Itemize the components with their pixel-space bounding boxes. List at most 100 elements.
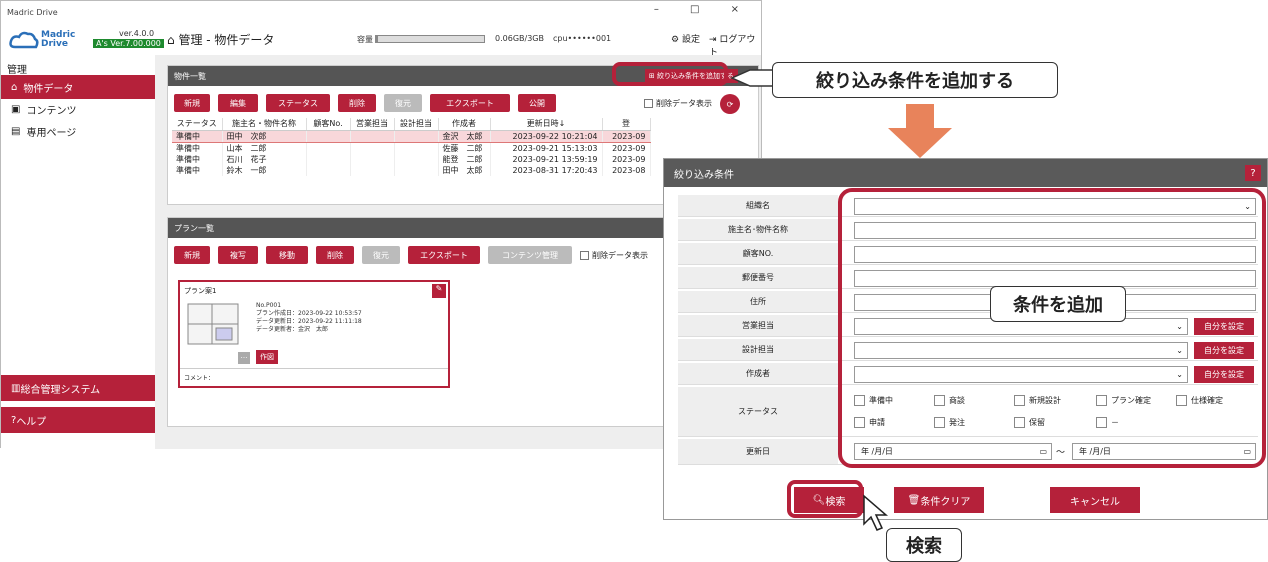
field-label: ステータス (678, 387, 838, 436)
plan-new-button[interactable]: 新規 (174, 246, 210, 264)
plan-delete-button[interactable]: 削除 (316, 246, 354, 264)
sidebar-header: 管理 (7, 65, 27, 76)
table-cell: 能登 二郎 (438, 153, 491, 165)
callout-add-filter: 絞り込み条件を追加する (772, 62, 1058, 98)
content-manage-button[interactable]: コンテンツ管理 (488, 246, 572, 264)
table-cell: 2023-08-31 17:20:43 (490, 164, 603, 176)
column-header[interactable]: 施主名・物件名称 (222, 118, 307, 131)
table-cell (394, 164, 439, 176)
edit-button[interactable]: 編集 (218, 94, 258, 112)
capacity-fill (376, 36, 379, 42)
table-cell (394, 153, 439, 165)
table-row[interactable]: 準備中 鈴木 一郎 田中 太郎 2023-08-31 17:20:43 2023-08 (172, 164, 651, 176)
table-cell: 佐藤 二郎 (438, 142, 491, 154)
sidebar-item-label: コンテンツ (26, 105, 77, 117)
home-icon: ⌂ (167, 33, 179, 47)
field-label: 組織名 (678, 195, 838, 216)
new-button[interactable]: 新規 (174, 94, 210, 112)
help-button[interactable]: ? (1245, 165, 1261, 181)
table-row[interactable]: 準備中 田中 次郎 金沢 太郎 2023-09-22 10:21:04 2023-09 (172, 129, 651, 143)
plan-export-button[interactable]: エクスポート (408, 246, 480, 264)
table-row[interactable]: 準備中 石川 花子 能登 二郎 2023-09-21 13:59:19 2023-09 (172, 153, 651, 165)
column-header[interactable]: 作成者 (438, 118, 491, 131)
table-cell: 鈴木 一郎 (222, 164, 307, 176)
delete-button[interactable]: 削除 (338, 94, 376, 112)
breadcrumb-text: 管理 - 物件データ (178, 33, 275, 47)
table-cell (350, 142, 395, 154)
table-cell (350, 153, 395, 165)
table-row[interactable]: 準備中 山本 二郎 佐藤 二郎 2023-09-21 15:13:03 2023-09 (172, 142, 651, 154)
clear-button[interactable]: 🗑︎ 条件クリア (894, 487, 984, 513)
settings-button[interactable]: ⚙ 設定 (671, 32, 700, 45)
checkbox-box[interactable] (580, 251, 589, 260)
title-bar: Madric Drive – □ × (1, 1, 761, 23)
table-cell: 2023-09 (602, 153, 651, 165)
table-cell (306, 164, 351, 176)
sidebar-item-property-data[interactable]: ⌂ 物件データ (1, 75, 155, 99)
table-cell: 田中 太郎 (438, 164, 491, 176)
plan-restore-button[interactable]: 復元 (362, 246, 400, 264)
sidebar-item-help[interactable]: ? ヘルプ (1, 407, 155, 433)
restore-button[interactable]: 復元 (384, 94, 422, 112)
capacity-bar (375, 35, 485, 43)
table-cell: 準備中 (172, 153, 223, 165)
export-button[interactable]: エクスポート (430, 94, 510, 112)
sidebar-item-label: 総合管理システム (20, 384, 101, 396)
column-header[interactable]: 営業担当 (350, 118, 395, 131)
draw-button[interactable]: 作図 (256, 350, 278, 364)
capacity-label: 容量 (357, 35, 373, 44)
plan-show-deleted-checkbox[interactable]: 削除データ表示 (580, 250, 648, 261)
table-cell (306, 142, 351, 154)
plan-move-button[interactable]: 移動 (266, 246, 308, 264)
logo-text-2: Drive (41, 39, 68, 49)
sidebar-item-dedicated-page[interactable]: ▤ 専用ページ (1, 119, 155, 143)
show-deleted-checkbox[interactable]: 削除データ表示 (644, 98, 712, 109)
sidebar-item-contents[interactable]: ▣ コンテンツ (1, 97, 155, 121)
window-controls[interactable]: – □ × (654, 4, 753, 15)
cancel-button[interactable]: キャンセル (1050, 487, 1140, 513)
column-header[interactable]: 更新日時↓ (490, 118, 603, 131)
column-header[interactable]: 設計担当 (394, 118, 439, 131)
highlight-search (787, 480, 863, 518)
column-header[interactable]: 顧客No. (306, 118, 351, 131)
column-header[interactable]: 登 (602, 118, 651, 131)
sidebar-item-label: 物件データ (23, 83, 74, 95)
status-button[interactable]: ステータス (266, 94, 330, 112)
show-deleted-label: 削除データ表示 (656, 99, 712, 108)
trash-icon: 🗑︎ (907, 494, 921, 506)
window-title: Madric Drive (7, 7, 58, 17)
settings-label: 設定 (681, 35, 700, 45)
capacity-text: 0.06GB/3GB (495, 34, 544, 43)
more-icon[interactable]: … (238, 352, 250, 364)
sidebar-item-general-system[interactable]: ▥ 総合管理システム (1, 375, 155, 401)
clear-label: 条件クリア (920, 496, 971, 508)
highlight-conditions (838, 188, 1266, 468)
plan-name: プラン案1 (184, 287, 217, 295)
dialog-header: 絞り込み条件? (664, 159, 1267, 187)
madric-logo: Madric Drive (9, 27, 79, 51)
plan-no: No.P001 (256, 302, 282, 309)
column-header[interactable]: ステータス (172, 118, 223, 131)
table-cell (306, 153, 351, 165)
plan-updater: データ更新者：金沢 太郎 (256, 326, 329, 333)
plan-created: プラン作成日：2023-09-22 10:53:57 (256, 310, 362, 317)
version: ver.4.0.0 (119, 29, 155, 38)
page-icon: ▤ (11, 125, 21, 137)
table-cell: 2023-09-21 13:59:19 (490, 153, 603, 165)
home-icon: ⌂ (11, 81, 18, 93)
table-cell: 山本 二郎 (222, 142, 307, 154)
table-cell: 石川 花子 (222, 153, 307, 165)
cloud-logo-icon (9, 31, 39, 49)
dialog-title: 絞り込み条件 (674, 169, 734, 181)
plan-copy-button[interactable]: 複写 (218, 246, 258, 264)
highlight-add-filter (612, 62, 728, 86)
field-label: 作成者 (678, 363, 838, 384)
edit-pencil-icon[interactable]: ✎ (432, 284, 446, 298)
checkbox-box[interactable] (644, 99, 653, 108)
sidebar-item-label: 専用ページ (26, 127, 77, 139)
plan-card[interactable]: プラン案1 ✎ No.P001 プラン作成日：2023-09-22 10:53:… (178, 280, 450, 388)
table-cell (350, 164, 395, 176)
breadcrumb: ⌂ 管理 - 物件データ (167, 31, 274, 48)
publish-button[interactable]: 公開 (518, 94, 556, 112)
table-cell: 金沢 太郎 (438, 129, 491, 143)
